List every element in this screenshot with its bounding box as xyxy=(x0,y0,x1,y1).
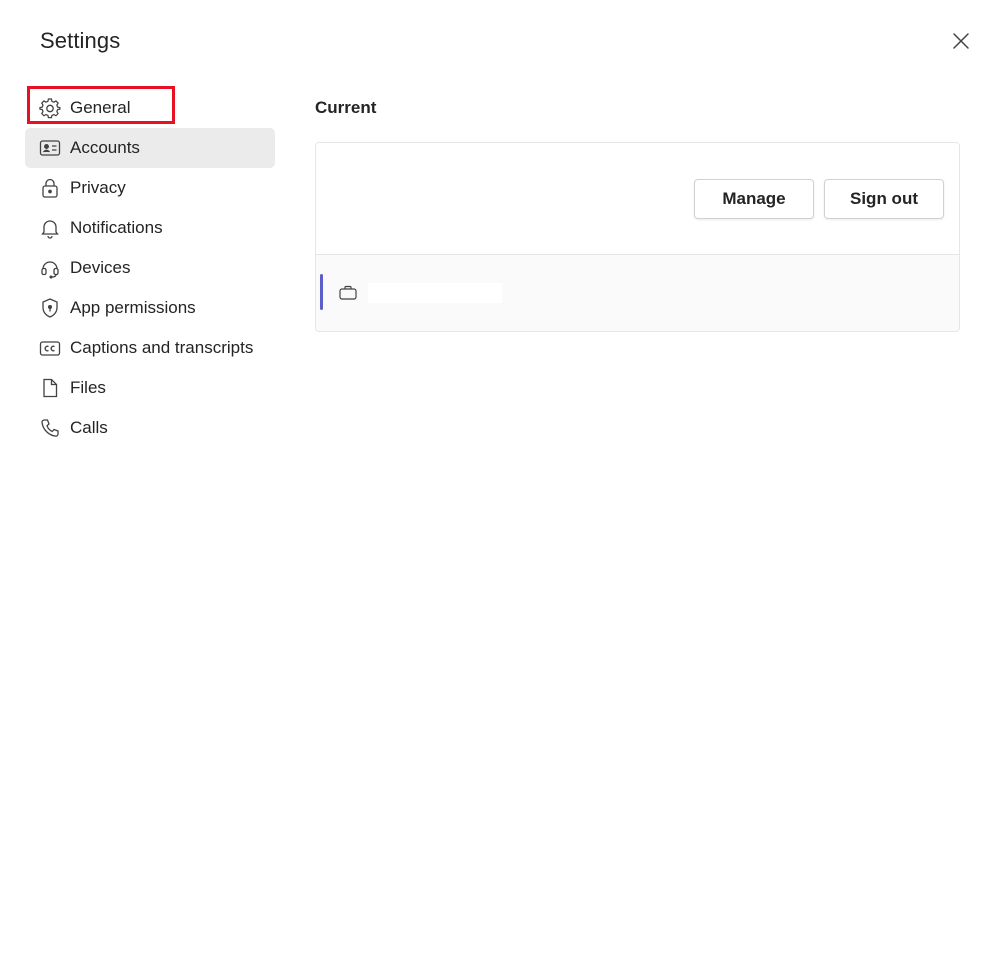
dialog-title: Settings xyxy=(40,28,121,53)
sidebar-item-notifications[interactable]: Notifications xyxy=(25,208,275,248)
sidebar-item-general[interactable]: General xyxy=(25,86,275,128)
sidebar-item-calls[interactable]: Calls xyxy=(25,408,275,448)
sidebar-item-accounts[interactable]: Accounts xyxy=(25,128,275,168)
shield-icon xyxy=(38,296,62,320)
bell-icon xyxy=(38,216,62,240)
selected-indicator xyxy=(320,274,323,310)
current-account-card: Manage Sign out xyxy=(315,142,960,332)
sidebar-item-label: Devices xyxy=(70,258,131,277)
sidebar-item-label: Privacy xyxy=(70,178,126,197)
sidebar-item-privacy[interactable]: Privacy xyxy=(25,168,275,208)
sidebar-item-label: Calls xyxy=(70,418,108,437)
id-card-icon xyxy=(38,136,62,160)
sidebar-item-app-permissions[interactable]: App permissions xyxy=(25,288,275,328)
sidebar-item-label: Accounts xyxy=(70,138,140,157)
close-button[interactable] xyxy=(948,28,974,54)
closed-captions-icon xyxy=(38,336,62,360)
sign-out-button[interactable]: Sign out xyxy=(824,178,944,219)
sidebar-item-files[interactable]: Files xyxy=(25,368,275,408)
manage-button[interactable]: Manage xyxy=(694,178,814,219)
account-actions: Manage Sign out xyxy=(316,143,959,254)
phone-icon xyxy=(38,416,62,440)
section-title-current: Current xyxy=(315,98,377,117)
account-row[interactable] xyxy=(316,254,959,331)
accounts-panel: Current Manage Sign out xyxy=(315,96,960,332)
sidebar-item-label: Captions and transcripts xyxy=(70,338,254,357)
sidebar-item-label: App permissions xyxy=(70,298,196,317)
gear-icon xyxy=(38,96,62,120)
settings-dialog: Settings General Accounts Privacy Notifi… xyxy=(0,0,995,975)
sidebar-item-label: General xyxy=(70,98,131,117)
document-icon xyxy=(38,376,62,400)
sidebar-item-captions[interactable]: Captions and transcripts xyxy=(25,328,275,368)
account-name xyxy=(368,283,502,303)
sidebar-item-label: Notifications xyxy=(70,218,163,237)
lock-icon xyxy=(38,176,62,200)
headset-icon xyxy=(38,256,62,280)
close-icon xyxy=(953,33,969,49)
sidebar-item-devices[interactable]: Devices xyxy=(25,248,275,288)
briefcase-icon xyxy=(338,283,358,303)
sidebar-item-label: Files xyxy=(70,378,106,397)
settings-sidebar: General Accounts Privacy Notifications D… xyxy=(25,86,275,448)
